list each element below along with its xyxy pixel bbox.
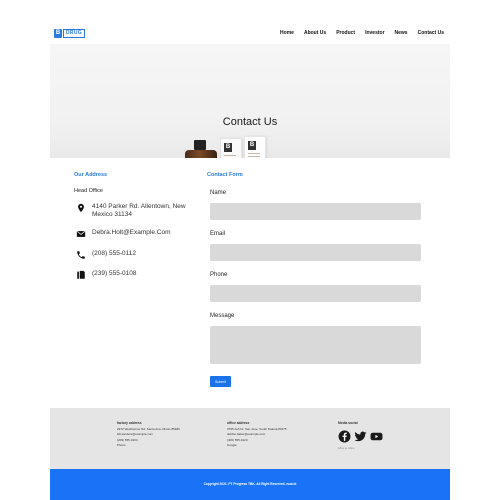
phone-icon <box>77 251 85 259</box>
address-fax: (239) 555-0108 <box>76 270 192 280</box>
head-office-label: Head Office <box>74 188 103 194</box>
hero-title: Contact Us <box>222 116 278 128</box>
fax-icon <box>77 270 85 279</box>
submit-button[interactable]: Submit <box>210 376 231 387</box>
mail-icon <box>76 230 86 237</box>
hero-banner: Contact Us B B <box>50 44 450 158</box>
page: B DRUG Home About Us Product Investor Ne… <box>50 22 450 500</box>
name-label: Name <box>210 190 227 196</box>
factory-address-title: factory address <box>117 421 142 425</box>
address-location-text: 4140 Parker Rd. Allentown, New Mexico 31… <box>92 203 186 218</box>
location-pin-icon <box>78 203 84 213</box>
social-title: Media social <box>338 421 358 425</box>
youtube-icon[interactable] <box>370 430 383 443</box>
logo-icon: B <box>54 28 62 38</box>
serum-bottle-image <box>184 140 218 158</box>
product-box-image: B <box>220 138 242 158</box>
contact-form-title: Contact Form <box>207 172 243 178</box>
address-phone-text[interactable]: (208) 555-0112 <box>92 250 192 258</box>
social-block: Media social <box>338 421 358 427</box>
nav-contact-us[interactable]: Contact Us <box>418 30 444 36</box>
address-email: Debra.Holt@Example.Com <box>76 229 192 239</box>
name-input[interactable] <box>210 203 421 220</box>
message-label: Message <box>210 313 235 319</box>
logo[interactable]: B DRUG <box>54 28 85 38</box>
nav-about-us[interactable]: About Us <box>304 30 326 36</box>
office-extra: Google <box>227 442 237 447</box>
product-box-image-2: B <box>244 136 266 158</box>
top-navbar: B DRUG Home About Us Product Investor Ne… <box>50 22 450 44</box>
social-note: follow us online <box>338 447 355 450</box>
office-address-title: office address <box>227 421 250 425</box>
logo-text: DRUG <box>63 28 85 38</box>
factory-address-block: factory address 2972 Westheimer Rd. Sant… <box>117 421 180 448</box>
facebook-icon[interactable] <box>338 430 351 443</box>
message-textarea[interactable] <box>210 326 421 364</box>
email-input[interactable] <box>210 244 421 261</box>
address-fax-text: (239) 555-0108 <box>92 270 137 277</box>
office-address-block: office address 3795 Ash Dr. San Jose, So… <box>227 421 287 448</box>
nav-news[interactable]: News <box>395 30 408 36</box>
footer: factory address 2972 Westheimer Rd. Sant… <box>50 408 450 469</box>
address-section-title: Our Address <box>74 172 108 178</box>
address-phone: (208) 555-0112 <box>76 250 192 260</box>
address-email-text[interactable]: Debra.Holt@Example.Com <box>92 229 192 237</box>
factory-extra: Phone <box>117 442 126 447</box>
nav-product[interactable]: Product <box>336 30 355 36</box>
nav-home[interactable]: Home <box>280 30 294 36</box>
twitter-icon[interactable] <box>354 430 367 443</box>
main-menu: Home About Us Product Investor News Cont… <box>270 30 444 36</box>
nav-investor[interactable]: Investor <box>365 30 384 36</box>
social-icons <box>338 430 383 443</box>
phone-label: Phone <box>210 272 228 278</box>
copyright-bar: Copyright 2021. PT Progress TBK. All Rig… <box>50 469 450 500</box>
email-label: Email <box>210 231 226 237</box>
phone-input[interactable] <box>210 285 421 302</box>
address-location: 4140 Parker Rd. Allentown, New Mexico 31… <box>76 203 192 219</box>
